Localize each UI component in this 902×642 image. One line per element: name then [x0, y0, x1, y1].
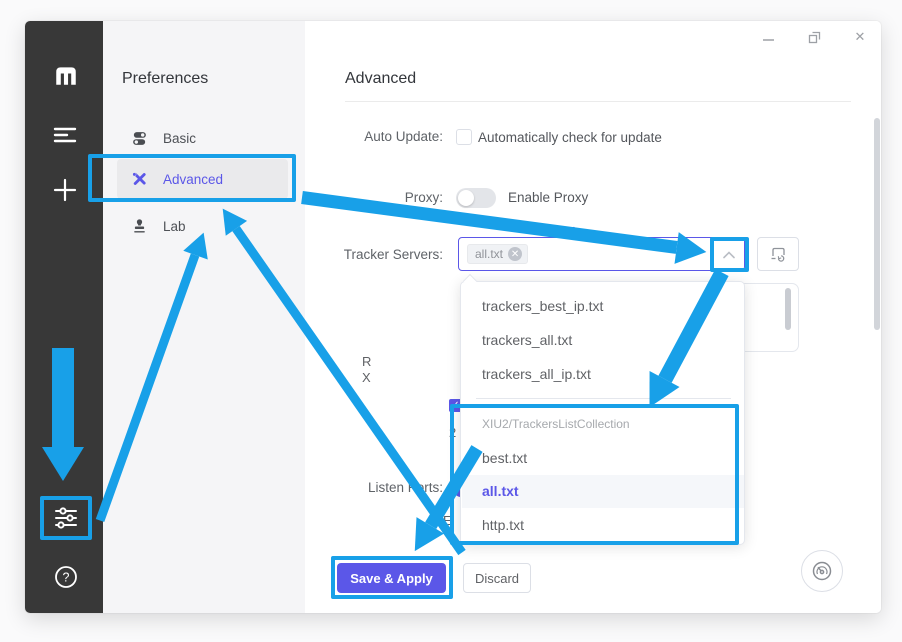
- occluded-text-fragment: E: [443, 513, 452, 528]
- occluded-text-fragment: 2: [449, 425, 456, 440]
- tag-close-icon[interactable]: ✕: [508, 247, 522, 261]
- restore-button[interactable]: [805, 28, 823, 46]
- add-task-icon[interactable]: [53, 178, 77, 202]
- dropdown-option-selected[interactable]: all.txt: [462, 474, 744, 508]
- chevron-up-icon[interactable]: [722, 248, 736, 260]
- tools-icon: [131, 171, 148, 188]
- minimize-button[interactable]: [759, 28, 777, 46]
- preferences-sliders-icon[interactable]: [54, 506, 78, 530]
- close-icon: ✕: [855, 29, 866, 45]
- preferences-window: ? Preferences Basic Advanced Lab: [25, 21, 881, 613]
- toggles-icon: [131, 130, 148, 147]
- tag-label: all.txt: [475, 247, 503, 261]
- sidebar-item-advanced[interactable]: Advanced: [117, 159, 288, 199]
- title-divider: [345, 101, 851, 102]
- svg-text:?: ?: [63, 571, 70, 585]
- auto-update-checkbox-label[interactable]: Automatically check for update: [478, 130, 662, 145]
- dropdown-option[interactable]: best.txt: [462, 441, 744, 475]
- page-title: Advanced: [345, 70, 416, 88]
- proxy-toggle[interactable]: [456, 188, 496, 208]
- selected-check-icon: ✓: [565, 223, 577, 240]
- main-scrollbar[interactable]: [874, 118, 880, 330]
- tracker-servers-select[interactable]: all.txt ✕: [458, 237, 745, 271]
- help-icon[interactable]: ?: [54, 565, 78, 589]
- sidebar-item-label: Lab: [163, 219, 186, 234]
- dropdown-option[interactable]: trackers_best_ip.txt: [462, 289, 744, 323]
- dropdown-option[interactable]: http.txt: [462, 508, 744, 542]
- dropdown-divider: [476, 398, 731, 399]
- dropdown-option[interactable]: trackers_all_ip.txt: [462, 357, 744, 391]
- occluded-text-fragment: X: [362, 370, 371, 385]
- lab-stamp-icon: [131, 218, 148, 235]
- selected-tag: all.txt ✕: [467, 244, 528, 264]
- sync-trackers-button[interactable]: [757, 237, 799, 271]
- app-sidebar: ?: [25, 21, 103, 613]
- close-button[interactable]: ✕: [851, 28, 869, 46]
- sidebar-item-label: Basic: [163, 131, 196, 146]
- motrix-logo-icon: [53, 65, 79, 85]
- occluded-text-fragment: R: [362, 354, 371, 369]
- tracker-servers-label: Tracker Servers:: [275, 247, 443, 262]
- prefs-sidebar: Preferences Basic Advanced Lab: [103, 21, 305, 613]
- textarea-scrollbar[interactable]: [785, 288, 791, 330]
- save-apply-button[interactable]: Save & Apply: [337, 563, 446, 593]
- discard-button[interactable]: Discard: [463, 563, 531, 593]
- proxy-toggle-label: Enable Proxy: [508, 190, 588, 205]
- sidebar-item-basic[interactable]: Basic: [117, 118, 288, 158]
- dropdown-group-label: XIU2/TrackersListCollection: [482, 417, 630, 431]
- listen-ports-label: Listen Ports:: [275, 480, 443, 495]
- auto-update-checkbox[interactable]: [456, 129, 472, 145]
- sidebar-item-lab[interactable]: Lab: [117, 206, 288, 246]
- dropdown-option[interactable]: trackers_all.txt: [462, 323, 744, 357]
- sidebar-item-label: Advanced: [163, 172, 223, 187]
- speed-limit-button[interactable]: [801, 550, 843, 592]
- proxy-label: Proxy:: [275, 190, 443, 205]
- prefs-title: Preferences: [122, 70, 208, 88]
- auto-update-label: Auto Update:: [275, 129, 443, 144]
- tracker-dropdown: trackers_best_ip.txt trackers_all.txt tr…: [460, 281, 745, 545]
- toggle-knob: [458, 190, 474, 206]
- main-pane: ✕ Advanced Auto Update: Automatically ch…: [305, 21, 881, 613]
- task-list-icon[interactable]: [53, 125, 77, 145]
